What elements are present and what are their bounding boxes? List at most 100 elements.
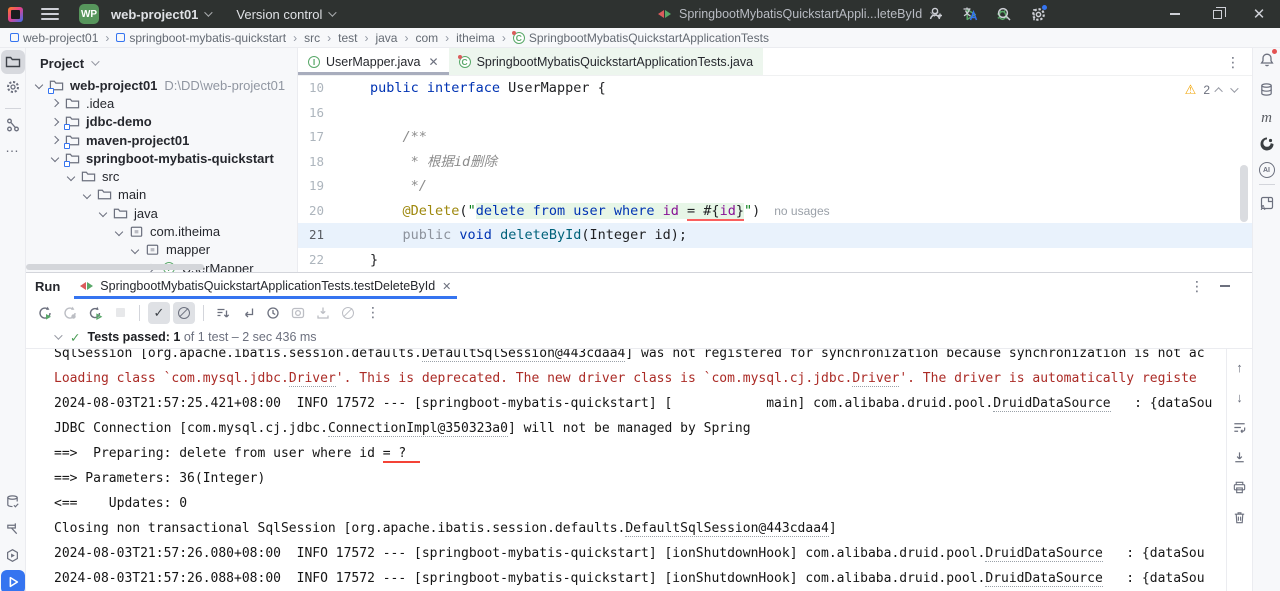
tree-row[interactable]: java: [26, 204, 297, 222]
project-panel-title[interactable]: Project: [40, 56, 84, 71]
run-tab[interactable]: SpringbootMybatisQuickstartApplicationTe…: [74, 273, 457, 299]
chevron-down-icon[interactable]: [115, 227, 123, 235]
tree-row[interactable]: maven-project01: [26, 131, 297, 149]
project-tool-window-icon[interactable]: [1, 50, 25, 74]
chevron-right-icon[interactable]: [51, 136, 59, 144]
line-number[interactable]: 22: [298, 248, 338, 273]
vcs-widget[interactable]: Version control: [230, 4, 340, 25]
tree-row[interactable]: main: [26, 186, 297, 204]
chevron-down-icon[interactable]: [99, 209, 107, 217]
notifications-bell-icon[interactable]: [1255, 48, 1279, 72]
hide-panel-icon[interactable]: [1220, 285, 1230, 287]
prev-problem-icon[interactable]: [1214, 87, 1222, 95]
chevron-down-icon[interactable]: [51, 154, 59, 162]
toggle-auto-test-icon[interactable]: [84, 302, 106, 324]
minimize-button[interactable]: [1154, 0, 1196, 28]
gradle-tool-window-icon[interactable]: [1255, 132, 1279, 156]
screenshot-icon[interactable]: [287, 302, 309, 324]
test-history-icon[interactable]: [262, 302, 284, 324]
rerun-failed-tests-icon[interactable]: [59, 302, 81, 324]
clear-console-icon[interactable]: [1230, 507, 1250, 527]
line-number[interactable]: 20: [298, 199, 338, 224]
close-button[interactable]: ✕: [1238, 0, 1280, 28]
breadcrumb-item[interactable]: java: [373, 31, 399, 45]
main-menu-icon[interactable]: [41, 8, 59, 20]
services-tool-window-icon[interactable]: [1, 543, 25, 567]
more-tool-windows-icon[interactable]: …: [1, 135, 25, 159]
settings-gear-icon[interactable]: [1026, 2, 1050, 26]
tree-row[interactable]: jdbc-demo: [26, 113, 297, 131]
breadcrumb-item[interactable]: CSpringbootMybatisQuickstartApplicationT…: [511, 31, 771, 45]
database-tool-window-icon[interactable]: [1255, 77, 1279, 101]
horizontal-scrollbar[interactable]: [26, 264, 204, 270]
collapse-icon[interactable]: [54, 331, 62, 339]
sort-tests-icon[interactable]: [212, 302, 234, 324]
more-options-icon[interactable]: ⋮: [362, 302, 384, 324]
breadcrumb-item[interactable]: springboot-mybatis-quickstart: [114, 31, 288, 45]
scroll-to-end-icon[interactable]: [1230, 447, 1250, 467]
tree-row[interactable]: mapper: [26, 241, 297, 259]
tree-row[interactable]: web-project01D:\DD\web-project01: [26, 76, 297, 94]
breadcrumb-item[interactable]: src: [302, 31, 322, 45]
structure-tool-window-icon[interactable]: [1, 113, 25, 137]
tab-application-tests[interactable]: C SpringbootMybatisQuickstartApplication…: [449, 48, 764, 75]
translate-icon[interactable]: [958, 2, 982, 26]
line-number[interactable]: 17: [298, 125, 338, 150]
tree-row[interactable]: .idea: [26, 94, 297, 112]
coverage-icon[interactable]: [337, 302, 359, 324]
breadcrumb-item[interactable]: web-project01: [8, 31, 100, 45]
chevron-down-icon[interactable]: [83, 191, 91, 199]
tree-row[interactable]: src: [26, 167, 297, 185]
search-icon[interactable]: [992, 2, 1016, 26]
chevron-right-icon[interactable]: [51, 99, 59, 107]
ai-assistant-icon[interactable]: AI: [1255, 158, 1279, 182]
close-tab-icon[interactable]: ✕: [429, 55, 439, 69]
console-output[interactable]: SqlSession [org.apache.ibatis.session.de…: [26, 349, 1226, 591]
print-icon[interactable]: [1230, 477, 1250, 497]
chevron-down-icon[interactable]: [67, 172, 75, 180]
gear-icon[interactable]: [1, 75, 25, 99]
database-check-icon[interactable]: [1, 489, 25, 513]
import-tests-icon[interactable]: [312, 302, 334, 324]
run-configuration-selector[interactable]: SpringbootMybatisQuickstartAppli...leteB…: [679, 7, 922, 21]
up-stack-trace-icon[interactable]: ↑: [1230, 357, 1250, 377]
interface-icon: I: [308, 56, 320, 68]
breadcrumb-item[interactable]: itheima: [454, 31, 497, 45]
tab-usermapper[interactable]: I UserMapper.java ✕: [298, 48, 449, 75]
breadcrumb-item[interactable]: com: [413, 31, 440, 45]
documentation-tool-window-icon[interactable]: A: [1255, 191, 1279, 215]
breadcrumb-item[interactable]: test: [336, 31, 359, 45]
tab-options-icon[interactable]: ⋮: [1226, 48, 1240, 76]
line-number[interactable]: 16: [298, 101, 338, 126]
console-line: Closing non transactional SqlSession [or…: [54, 516, 1226, 541]
inspections-widget[interactable]: ⚠ 2: [1181, 80, 1240, 100]
down-stack-trace-icon[interactable]: ↓: [1230, 387, 1250, 407]
chevron-down-icon[interactable]: [131, 246, 139, 254]
next-problem-icon[interactable]: [1230, 84, 1238, 92]
build-hammer-icon[interactable]: [1, 516, 25, 540]
editor-scrollbar[interactable]: [1240, 165, 1248, 222]
code-with-me-icon[interactable]: [924, 2, 948, 26]
chevron-right-icon[interactable]: [51, 117, 59, 125]
line-number[interactable]: 19: [298, 174, 338, 199]
project-switcher[interactable]: web-project01: [105, 4, 216, 25]
restore-button[interactable]: [1196, 0, 1238, 28]
run-panel-options-icon[interactable]: ⋮: [1190, 278, 1204, 295]
close-tab-icon[interactable]: ✕: [442, 280, 451, 293]
line-number[interactable]: 21: [298, 223, 338, 248]
tree-row[interactable]: springboot-mybatis-quickstart: [26, 149, 297, 167]
run-tool-window-icon[interactable]: [1, 570, 25, 591]
navigate-with-single-click-icon[interactable]: [237, 302, 259, 324]
code-area[interactable]: 10public interface UserMapper {1617 /**1…: [298, 76, 1252, 272]
chevron-down-icon[interactable]: [35, 81, 43, 89]
line-number[interactable]: 10: [298, 76, 338, 101]
stop-icon[interactable]: [109, 302, 131, 324]
tree-row[interactable]: com.itheima: [26, 222, 297, 240]
soft-wrap-icon[interactable]: [1230, 417, 1250, 437]
show-passed-icon[interactable]: ✓: [148, 302, 170, 324]
intellij-logo-icon[interactable]: [8, 7, 23, 22]
rerun-tests-icon[interactable]: [34, 302, 56, 324]
line-number[interactable]: 18: [298, 150, 338, 175]
maven-tool-window-icon[interactable]: m: [1255, 106, 1279, 130]
show-ignored-icon[interactable]: [173, 302, 195, 324]
